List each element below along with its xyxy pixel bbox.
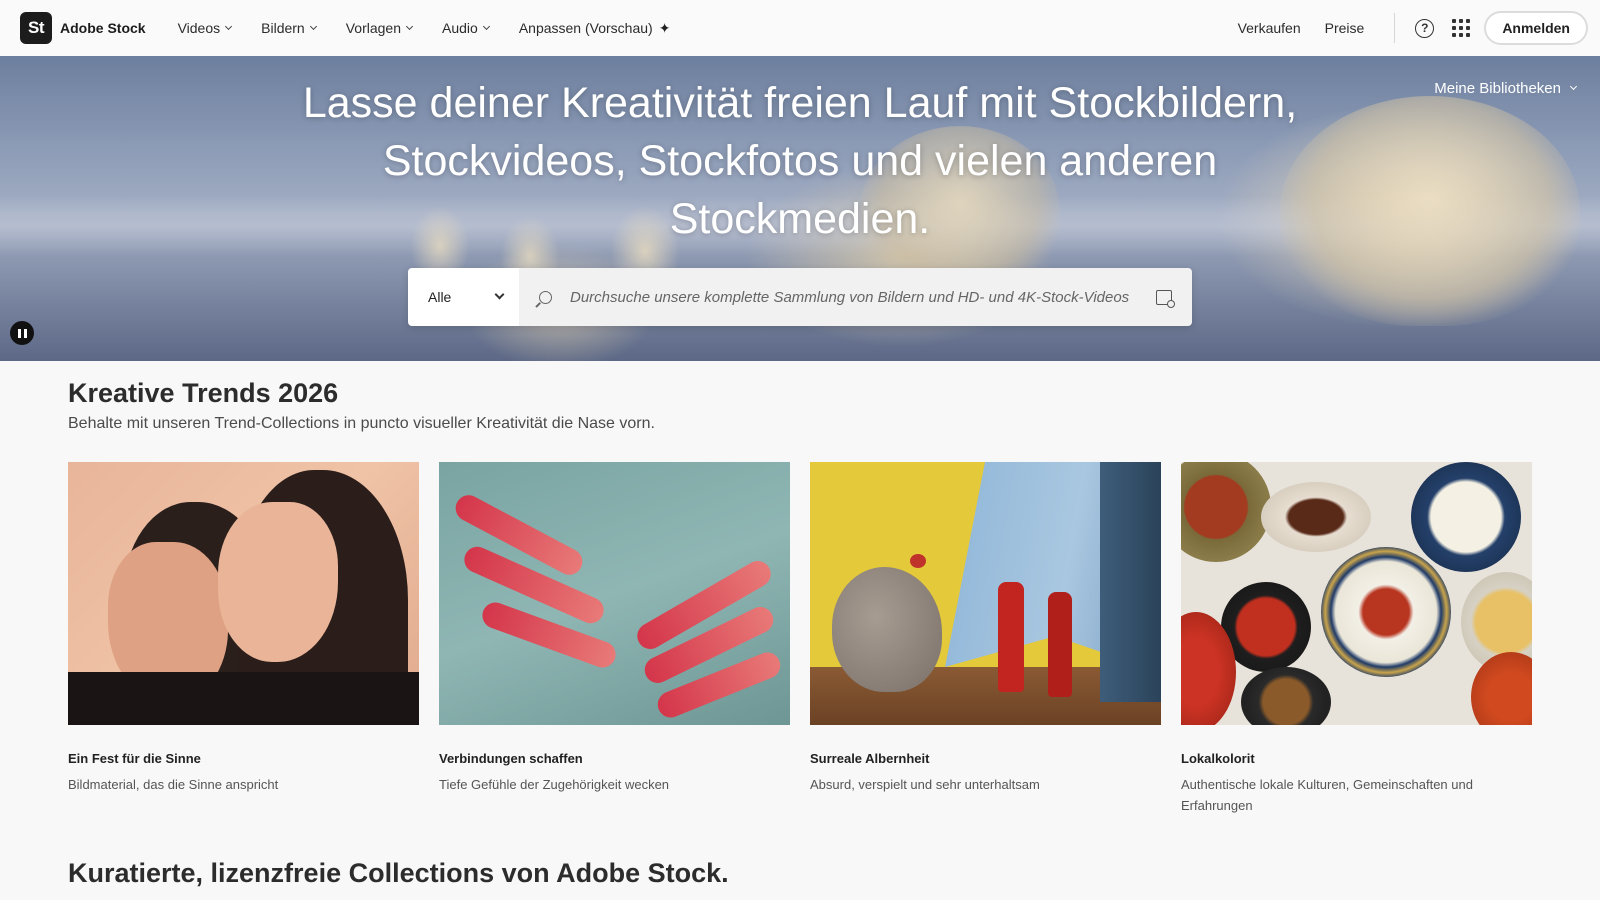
trends-subtitle: Behalte mit unseren Trend-Collections in… — [68, 415, 655, 432]
sign-in-button[interactable]: Anmelden — [1484, 11, 1588, 45]
frosted-tree — [1280, 96, 1580, 326]
brand-name[interactable]: Adobe Stock — [60, 20, 146, 36]
search-bar: Alle Durchsuche unsere komplette Sammlun… — [408, 268, 1192, 326]
nav-templates-label: Vorlagen — [345, 20, 402, 36]
curated-collections-title: Kuratierte, lizenzfreie Collections von … — [68, 858, 729, 888]
top-navigation: St Adobe Stock Videos Bildern Vorlagen A… — [0, 0, 1600, 56]
pause-icon[interactable] — [10, 321, 34, 345]
sell-link[interactable]: Verkaufen — [1238, 20, 1301, 36]
trend-image-local-color[interactable] — [1181, 462, 1532, 725]
help-glyph: ? — [1421, 21, 1429, 35]
trend-card-desc: Tiefe Gefühle der Zugehörigkeit wecken — [439, 777, 670, 792]
nav-audio-label: Audio — [442, 20, 478, 36]
apps-grid-icon[interactable] — [1452, 19, 1471, 37]
trend-card[interactable]: Ein Fest für die Sinne Bildmaterial, das… — [68, 462, 419, 816]
hero-headline: Lasse deiner Kreativität freien Lauf mit… — [302, 79, 1298, 243]
trend-cards: Ein Fest für die Sinne Bildmaterial, das… — [68, 462, 1532, 816]
logo-text: St — [28, 18, 45, 37]
trend-card-desc: Absurd, verspielt und sehr unterhaltsam — [810, 777, 1040, 792]
nav-customize-preview[interactable]: Anpassen (Vorschau) ✦ — [519, 20, 671, 37]
nav-videos[interactable]: Videos — [177, 20, 233, 37]
divider — [1394, 13, 1396, 43]
chevron-down-icon — [225, 22, 233, 30]
trend-card-title[interactable]: Verbindungen schaffen — [439, 751, 790, 766]
chevron-down-icon — [1569, 82, 1578, 91]
nav-right: Verkaufen Preise ? Anmelden — [1238, 11, 1588, 45]
search-icon — [539, 290, 552, 304]
visual-search-icon[interactable] — [1156, 289, 1175, 308]
trend-card[interactable]: Surreale Albernheit Absurd, verspielt un… — [810, 462, 1161, 816]
pricing-link[interactable]: Preise — [1325, 20, 1365, 36]
trends-title: Kreative Trends 2026 — [68, 378, 339, 408]
trend-card-title[interactable]: Surreale Albernheit — [810, 751, 1161, 766]
main-menu: Videos Bildern Vorlagen Audio Anpassen (… — [178, 20, 701, 37]
nav-audio[interactable]: Audio — [442, 20, 490, 37]
chevron-down-icon — [482, 22, 490, 30]
nav-templates[interactable]: Vorlagen — [345, 20, 414, 37]
trend-image-connections[interactable] — [439, 462, 790, 725]
trend-card-title[interactable]: Ein Fest für die Sinne — [68, 751, 419, 766]
trend-card-title[interactable]: Lokalkolorit — [1181, 751, 1532, 766]
sparkle-icon: ✦ — [658, 19, 671, 36]
search-category-value: Alle — [428, 289, 452, 305]
nav-images[interactable]: Bildern — [261, 20, 317, 37]
chevron-down-icon — [494, 289, 505, 300]
my-libraries-button[interactable]: Meine Bibliotheken — [1434, 80, 1578, 97]
nav-customize-label: Anpassen (Vorschau) — [518, 20, 653, 36]
search-placeholder: Durchsuche unsere komplette Sammlung von… — [570, 288, 1130, 306]
nav-videos-label: Videos — [177, 20, 221, 36]
trend-card-desc: Bildmaterial, das die Sinne anspricht — [68, 777, 279, 792]
trend-card[interactable]: Verbindungen schaffen Tiefe Gefühle der … — [439, 462, 790, 816]
my-libraries-label: Meine Bibliotheken — [1434, 80, 1561, 97]
nav-images-label: Bildern — [261, 20, 305, 36]
trend-card-desc: Authentische lokale Kulturen, Gemeinscha… — [1181, 777, 1473, 813]
search-category-select[interactable]: Alle — [408, 268, 519, 326]
chevron-down-icon — [405, 22, 414, 30]
hero-banner: Lasse deiner Kreativität freien Lauf mit… — [0, 56, 1600, 361]
search-input[interactable]: Durchsuche unsere komplette Sammlung von… — [519, 268, 1192, 326]
help-icon[interactable]: ? — [1415, 18, 1435, 38]
chevron-down-icon — [309, 22, 317, 30]
trend-image-sensory[interactable] — [68, 462, 419, 725]
trend-image-surreal[interactable] — [810, 462, 1161, 725]
adobe-stock-logo[interactable]: St — [20, 12, 52, 44]
trend-card[interactable]: Lokalkolorit Authentische lokale Kulture… — [1181, 462, 1532, 816]
